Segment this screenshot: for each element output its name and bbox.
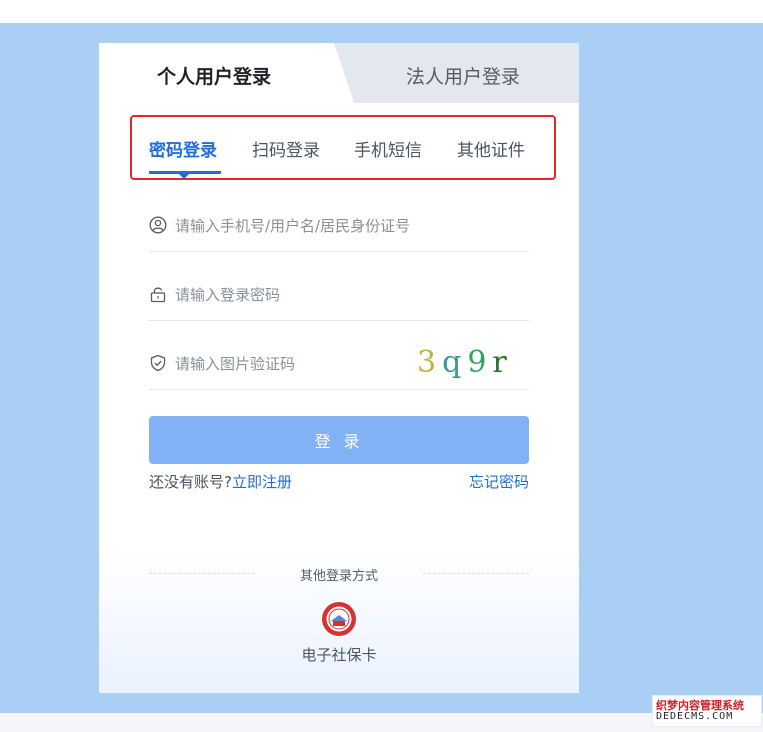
dedecms-watermark[interactable]: 织梦内容管理系统 DEDECMS.COM [652, 695, 762, 727]
captcha-char: q [442, 345, 468, 380]
password-field [149, 272, 529, 321]
active-subtab-caret [179, 174, 189, 179]
tab-personal-login[interactable]: 个人用户登录 [157, 62, 271, 89]
subtab-other-id-login[interactable]: 其他证件 [457, 136, 525, 161]
user-circle-icon [149, 216, 167, 234]
shield-check-icon [150, 354, 166, 372]
social-security-card-icon[interactable] [321, 601, 357, 637]
password-input[interactable] [173, 282, 427, 308]
no-account-label: 还没有账号? [149, 473, 232, 491]
captcha-image[interactable]: 3q9r [417, 345, 517, 383]
tab-legal-login[interactable]: 法人用户登录 [334, 43, 579, 103]
account-field [149, 203, 529, 252]
other-login-title: 其他登录方式 [299, 569, 378, 584]
captcha-input[interactable] [173, 351, 427, 377]
captcha-char: 3 [417, 345, 443, 380]
no-account-text: 还没有账号?立即注册 [149, 471, 292, 492]
login-card: 个人用户登录 法人用户登录 密码登录 扫码登录 手机短信 其他证件 请输入手机号… [99, 43, 579, 693]
subtab-qr-login[interactable]: 扫码登录 [252, 136, 320, 161]
subtab-sms-login[interactable]: 手机短信 [354, 136, 422, 161]
captcha-field: 3q9r [149, 341, 529, 390]
subtab-password-login[interactable]: 密码登录 [149, 136, 217, 161]
social-security-card-label[interactable]: 电子社保卡 [99, 644, 579, 665]
captcha-char: r [492, 345, 513, 380]
watermark-line-2: DEDECMS.COM [656, 711, 734, 722]
forgot-password-link[interactable]: 忘记密码 [469, 471, 529, 492]
account-input[interactable] [173, 213, 427, 239]
captcha-char: 9 [467, 345, 493, 380]
lock-icon [150, 287, 166, 303]
login-button[interactable]: 登 录 [149, 416, 529, 464]
register-link[interactable]: 立即注册 [232, 473, 292, 491]
tab-legal-label: 法人用户登录 [406, 66, 521, 88]
page-footer-strip [0, 713, 763, 732]
divider-right [423, 573, 529, 574]
